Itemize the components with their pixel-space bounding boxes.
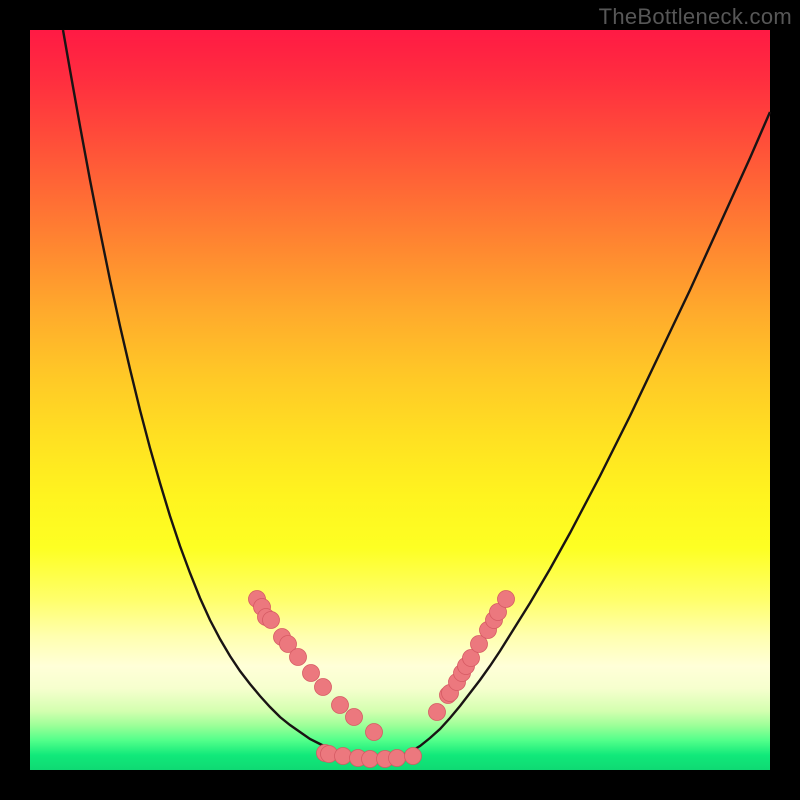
marker-dot <box>389 750 406 767</box>
marker-dot <box>498 591 515 608</box>
marker-dot <box>335 748 352 765</box>
data-markers <box>249 591 515 768</box>
marker-dot <box>429 704 446 721</box>
marker-dot <box>346 709 363 726</box>
marker-dot <box>405 748 422 765</box>
marker-dot <box>263 612 280 629</box>
watermark-text: TheBottleneck.com <box>599 4 792 30</box>
bottleneck-curve <box>63 30 770 759</box>
marker-dot <box>366 724 383 741</box>
plot-area <box>30 30 770 770</box>
chart-frame: TheBottleneck.com <box>0 0 800 800</box>
chart-svg <box>30 30 770 770</box>
marker-dot <box>332 697 349 714</box>
marker-dot <box>303 665 320 682</box>
marker-dot <box>315 679 332 696</box>
marker-dot <box>290 649 307 666</box>
marker-dot <box>362 751 379 768</box>
